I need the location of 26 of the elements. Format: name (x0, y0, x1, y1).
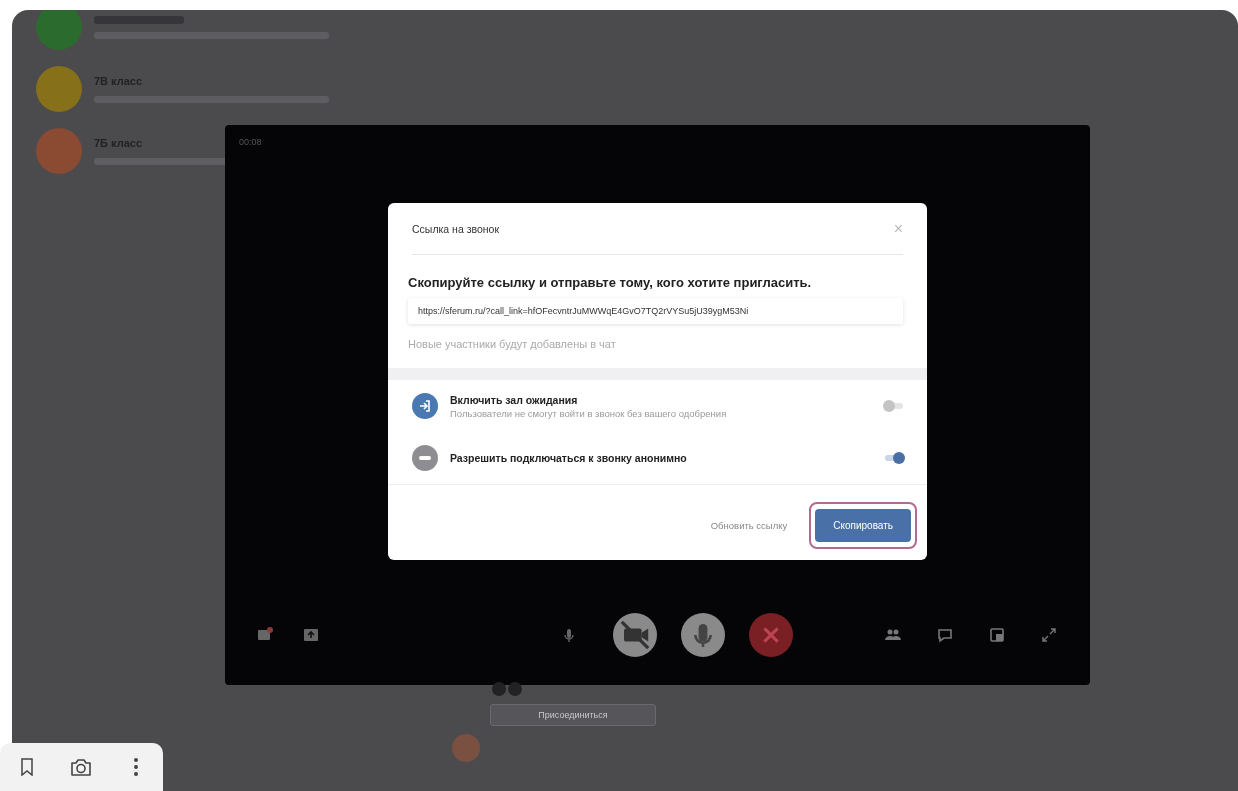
door-enter-icon (412, 393, 438, 419)
microphone-icon[interactable] (681, 613, 725, 657)
dialog-heading: Скопируйте ссылку и отправьте тому, кого хотите пригласить. (408, 275, 813, 290)
option-label: Включить зал ожидания (450, 393, 579, 406)
expand-icon[interactable] (1039, 625, 1059, 645)
option-hint: Пользователи не смогут войти в звонок без вашего одобрения (450, 407, 728, 419)
link-field[interactable]: https://sferum.ru/?call_link=hfOFecvntrJuMWWqE4GvO7TQ2rVYSu5jU39ygM53Ni (408, 298, 903, 324)
avatar (508, 682, 522, 696)
toggle-switch[interactable] (883, 452, 905, 464)
info-text: Новые участники будут добавлены в чат (408, 338, 617, 350)
mask-icon (412, 445, 438, 471)
call-timer: 00:08 (239, 137, 262, 147)
avatar (492, 682, 506, 696)
option-label: Разрешить подключаться к звонку анонимно (450, 452, 688, 464)
close-icon[interactable] (749, 613, 793, 657)
join-button[interactable]: Присоединиться (490, 704, 656, 726)
toggle-switch[interactable] (883, 400, 905, 412)
bookmark-icon (20, 758, 35, 776)
camera-off-icon[interactable] (613, 613, 657, 657)
more-icon (132, 757, 139, 777)
camera-icon (69, 757, 94, 777)
window-icon[interactable] (987, 625, 1007, 645)
copy-button[interactable]: Скопировать (815, 509, 911, 542)
refresh-link-button[interactable]: Обновить ссылку (704, 519, 794, 532)
dialog-title: Ссылка на звонок (412, 222, 499, 235)
avatar (452, 734, 480, 762)
